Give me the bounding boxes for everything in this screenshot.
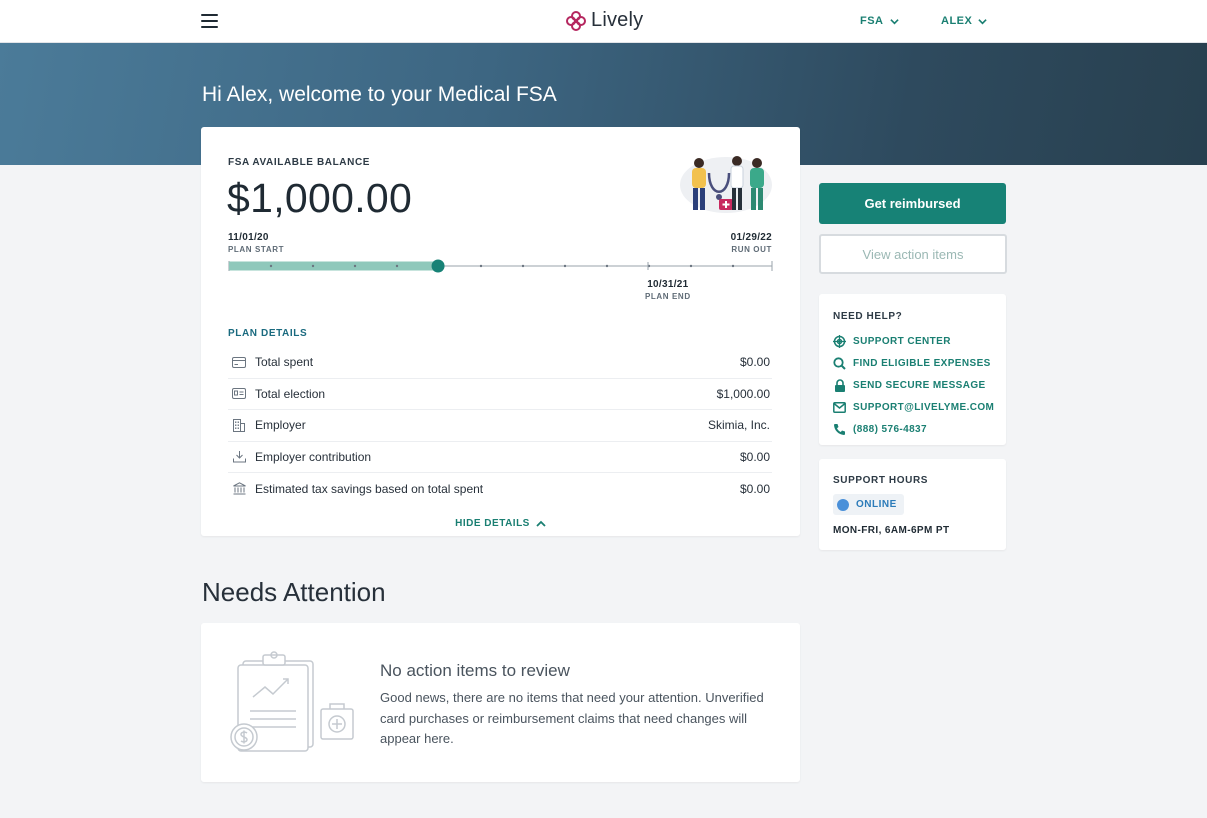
status-label: ONLINE [856,499,897,510]
plan-details-heading: PLAN DETAILS [228,328,308,339]
detail-row-employer: Employer Skimia, Inc. [228,410,772,442]
logo[interactable]: Lively [565,9,643,32]
get-reimbursed-button[interactable]: Get reimbursed [819,183,1006,224]
detail-value: $0.00 [739,449,770,464]
detail-row-total-spent: Total spent $0.00 [228,347,772,379]
balance-label: FSA AVAILABLE BALANCE [228,157,371,168]
chevron-down-icon [978,18,988,24]
timeline-month-dot [521,264,525,268]
detail-row-tax-savings: Estimated tax savings based on total spe… [228,473,772,505]
timeline-month-dot [353,264,357,268]
detail-label: Employer [255,418,306,433]
timeline-month-dot [605,264,609,268]
run-out: 01/29/22 RUN OUT [731,232,772,254]
plan-start-label: PLAN START [228,245,285,254]
support-center-label: SUPPORT CENTER [853,335,951,347]
account-type-dropdown[interactable]: FSA [860,15,899,27]
lock-icon [833,378,846,392]
id-card-icon [231,386,247,402]
send-secure-message-label: SEND SECURE MESSAGE [853,379,986,391]
top-navigation: Lively FSA ALEX [0,0,1207,43]
phone-icon [833,423,846,436]
plan-details-list: Total spent $0.00 Total election $1,000.… [228,347,772,505]
detail-value: $1,000.00 [716,386,770,401]
mail-icon [833,401,846,414]
search-icon [833,356,846,370]
hide-details-label: HIDE DETAILS [455,518,530,529]
detail-row-total-election: Total election $1,000.00 [228,379,772,410]
detail-value: $0.00 [739,481,770,496]
detail-row-employer-contribution: Employer contribution $0.00 [228,442,772,473]
status-badge: ONLINE [833,494,904,515]
plan-timeline [228,259,773,273]
support-icon [833,334,846,348]
need-help-heading: NEED HELP? [833,311,903,322]
timeline-current-marker [431,259,445,273]
help-links: SUPPORT CENTER FIND ELIGIBLE EXPENSES SE… [833,330,994,440]
medical-team-illustration [680,156,772,213]
detail-label: Total spent [255,355,314,370]
logo-text: Lively [591,9,644,31]
plan-start-date: 11/01/20 [228,232,269,243]
support-center-link[interactable]: SUPPORT CENTER [833,330,994,352]
bank-icon [231,481,247,497]
plan-end: 10/31/21 PLAN END [645,279,691,301]
detail-value: Skimia, Inc. [707,418,770,433]
plan-start: 11/01/20 PLAN START [228,232,284,254]
support-phone-link[interactable]: (888) 576-4837 [833,418,994,440]
plan-end-date: 10/31/21 [647,279,689,290]
online-status-icon [837,498,849,511]
needs-attention-heading: Needs Attention [202,577,386,607]
timeline-month-dot [269,264,273,268]
timeline-month-dot [563,264,567,268]
needs-attention-card: No action items to review Good news, the… [201,623,800,782]
menu-icon[interactable] [201,14,218,28]
download-icon [231,449,247,465]
user-name-label: ALEX [941,15,973,27]
view-action-items-button[interactable]: View action items [819,234,1007,274]
plan-end-label: PLAN END [645,292,691,301]
balance-amount: $1,000.00 [227,175,413,221]
find-eligible-expenses-link[interactable]: FIND ELIGIBLE EXPENSES [833,352,994,374]
timeline-month-dot [479,264,483,268]
support-email-label: SUPPORT@LIVELYME.COM [853,401,995,413]
timeline-month-dot [689,264,693,268]
clipboard-empty-state-icon [230,651,354,752]
empty-state-heading: No action items to review [380,661,570,680]
run-out-label: RUN OUT [731,245,772,254]
detail-value: $0.00 [739,355,770,370]
credit-card-icon [231,354,247,370]
detail-label: Total election [255,386,326,401]
timeline-month-dot [731,264,735,268]
chevron-down-icon [889,18,899,24]
support-hours-card: SUPPORT HOURS ONLINE MON-FRI, 6AM-6PM PT [819,459,1006,550]
detail-label: Employer contribution [255,449,372,464]
support-email-link[interactable]: SUPPORT@LIVELYME.COM [833,396,994,418]
timeline-progress [229,261,439,271]
support-hours-heading: SUPPORT HOURS [833,475,929,486]
chevron-up-icon [536,520,546,527]
send-secure-message-link[interactable]: SEND SECURE MESSAGE [833,374,994,396]
account-type-label: FSA [860,15,884,27]
timeline-month-dot [395,264,399,268]
detail-label: Estimated tax savings based on total spe… [255,481,484,496]
support-phone-label: (888) 576-4837 [853,423,927,435]
page-title: Hi Alex, welcome to your Medical FSA [202,83,557,106]
fsa-balance-card: FSA AVAILABLE BALANCE $1,000.00 11/01/20… [201,127,800,536]
building-icon [231,417,247,433]
timeline-month-dot [311,264,315,268]
need-help-card: NEED HELP? SUPPORT CENTER FIND ELIGIBLE … [819,294,1006,445]
find-eligible-expenses-label: FIND ELIGIBLE EXPENSES [853,357,991,369]
support-hours-text: MON-FRI, 6AM-6PM PT [833,525,950,536]
lively-logo-icon [566,10,586,31]
user-dropdown[interactable]: ALEX [941,15,988,27]
hide-details-toggle[interactable]: HIDE DETAILS [201,518,800,529]
empty-state-body: Good news, there are no items that need … [380,690,764,746]
run-out-date: 01/29/22 [730,232,772,243]
